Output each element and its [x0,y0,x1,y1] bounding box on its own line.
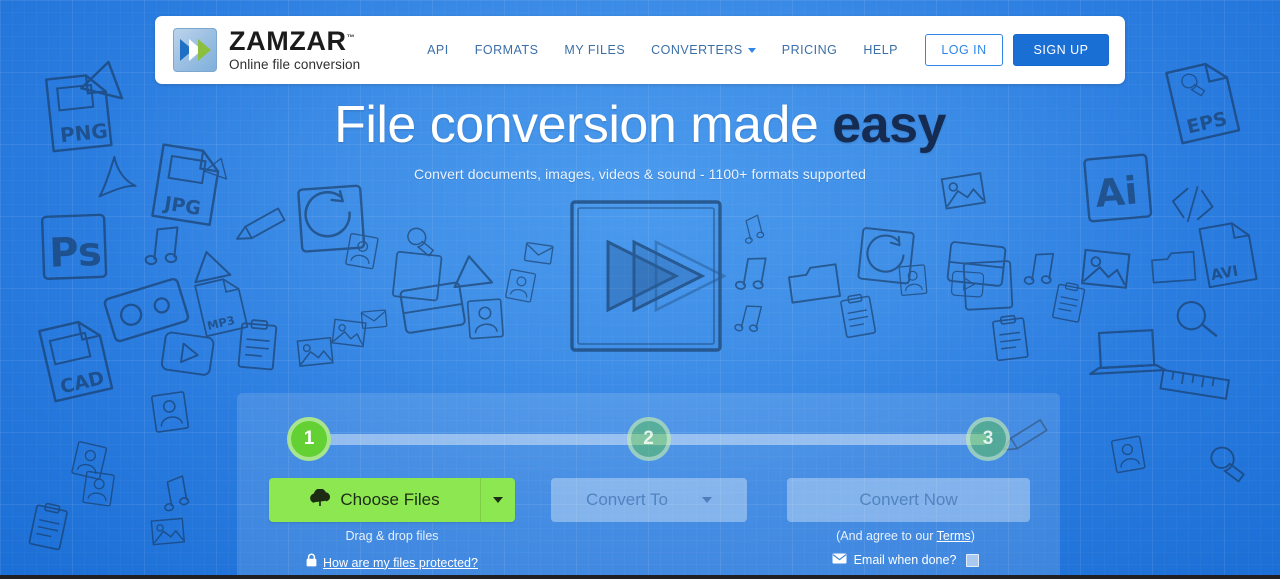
files-protected-row: How are my files protected? [269,553,515,572]
step-number: 2 [643,428,654,449]
auth-buttons: LOG IN SIGN UP [925,34,1109,66]
logo-tagline: Online file conversion [229,57,361,73]
nav-label: FORMATS [474,43,539,57]
log-in-button[interactable]: LOG IN [925,34,1003,66]
choose-files-button[interactable]: Choose Files [269,478,481,522]
convert-now-notes: (And agree to our Terms) Email when done… [783,529,1028,567]
step-3-convert-now[interactable]: 3 [966,417,1010,461]
page-root: PNG JPG Ps CAD MP3 EPS Ai AVI ZAMZAR™ On… [0,0,1280,579]
convert-to-label: Convert To [586,490,668,509]
choose-files-notes: Drag & drop files How are my files prote… [269,529,515,572]
caret-down-icon [493,497,503,503]
headline-emphasis: easy [832,96,946,154]
terms-link[interactable]: Terms [937,529,971,543]
logo[interactable]: ZAMZAR™ Online file conversion [173,28,360,72]
nav-label: MY FILES [564,43,626,57]
chevron-down-icon [747,47,756,53]
terms-suffix: ) [970,529,975,543]
files-protected-link[interactable]: How are my files protected? [323,556,478,570]
svg-text:JPG: JPG [161,192,203,220]
nav-label: API [427,43,449,57]
site-header: ZAMZAR™ Online file conversion API FORMA… [155,16,1125,84]
nav-label: HELP [863,43,898,57]
convert-now-button[interactable]: Convert Now [787,478,1030,522]
step-1-choose-files[interactable]: 1 [287,417,331,461]
bottom-edge-bar [0,575,1280,579]
drag-drop-hint: Drag & drop files [345,529,439,543]
nav-item-help[interactable]: HELP [850,43,911,57]
svg-text:Ps: Ps [49,229,103,277]
terms-agreement: (And agree to our Terms) [783,529,1028,543]
terms-prefix: (And agree to our [836,529,937,543]
nav-item-api[interactable]: API [414,43,462,57]
caret-down-icon [701,497,712,503]
converter-actions: Choose Files Convert To Convert Now [269,478,1030,524]
logo-wordmark: ZAMZAR [229,26,347,57]
step-number: 1 [303,428,315,449]
envelope-icon [832,553,847,567]
svg-text:MP3: MP3 [206,313,236,333]
step-2-convert-to[interactable]: 2 [626,417,671,461]
hero-section: File conversion made easy Convert docume… [0,98,1280,182]
nav-item-converters[interactable]: CONVERTERS [638,43,769,57]
email-when-done-label: Email when done? [853,553,957,567]
page-title: File conversion made easy [0,98,1280,152]
double-chevron-logo-icon [173,28,217,72]
headline-plain: File conversion made [334,96,833,154]
choose-files-dropdown-button[interactable] [481,478,515,522]
svg-text:CAD: CAD [58,367,106,398]
convert-to-dropdown[interactable]: Convert To [551,478,747,522]
lock-icon [306,553,317,572]
choose-files-group: Choose Files [269,478,515,522]
nav-label: PRICING [781,43,838,57]
trademark-symbol: ™ [346,33,355,43]
svg-text:AVI: AVI [1210,263,1240,284]
converter-panel: 1 2 3 Choose Files Convert To Convert No… [237,393,1060,579]
nav-item-my-files[interactable]: MY FILES [551,43,638,57]
step-indicator: 1 2 3 [287,417,1010,461]
nav-item-pricing[interactable]: PRICING [769,43,851,57]
hero-subtitle: Convert documents, images, videos & soun… [414,166,866,183]
main-navigation: API FORMATS MY FILES CONVERTERS PRICING … [414,43,911,57]
email-when-done-checkbox[interactable] [966,553,980,567]
step-number: 3 [982,428,994,449]
choose-files-label: Choose Files [340,490,440,509]
cloud-upload-icon [309,488,331,511]
email-when-done-row: Email when done? [783,553,1028,567]
nav-item-formats[interactable]: FORMATS [462,43,552,57]
nav-label: CONVERTERS [651,43,743,57]
sign-up-button[interactable]: SIGN UP [1013,34,1109,66]
